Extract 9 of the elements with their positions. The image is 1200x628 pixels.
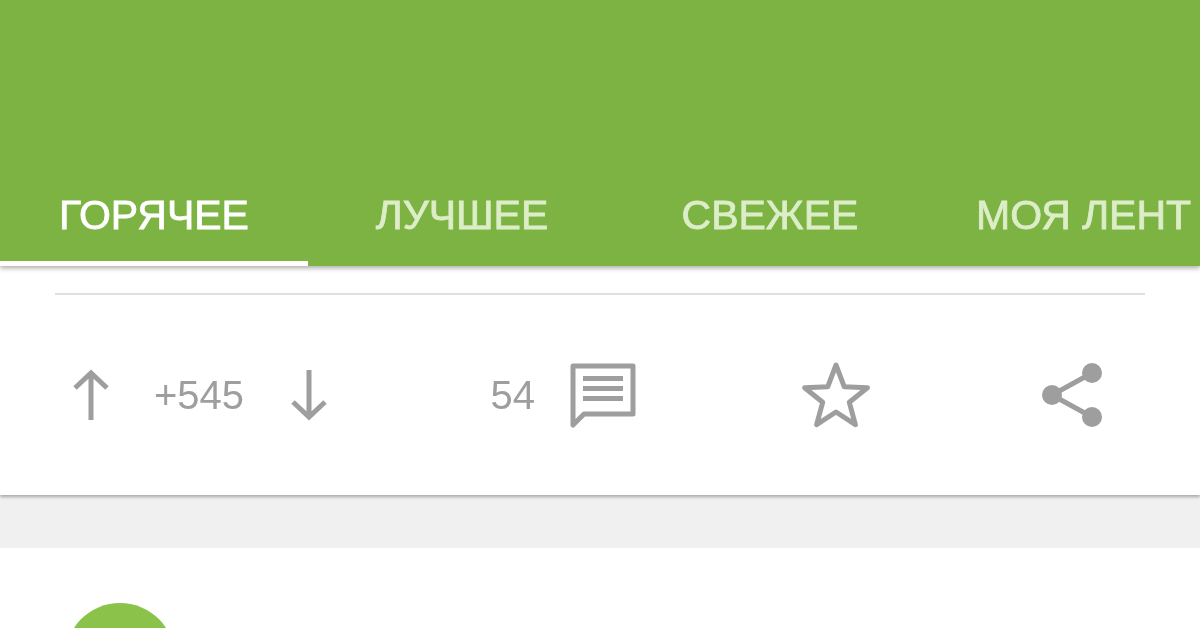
tab[interactable]: ЛУЧШЕЕ	[308, 140, 616, 266]
comments-button[interactable]: 54	[490, 361, 639, 429]
comment-icon	[568, 361, 639, 429]
rating-count: +545	[154, 372, 245, 418]
tab[interactable]: СВЕЖЕЕ	[616, 140, 924, 266]
arrow-down-icon	[290, 369, 329, 421]
arrow-up-icon	[72, 369, 110, 421]
tab[interactable]: МОЯ ЛЕНТ	[924, 140, 1200, 266]
share-icon	[1040, 362, 1103, 428]
